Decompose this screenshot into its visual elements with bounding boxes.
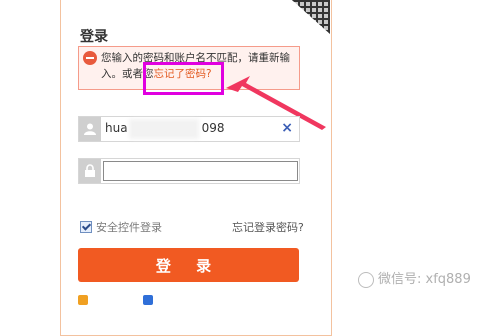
paw-icon bbox=[358, 271, 374, 288]
username-prefix: hua bbox=[105, 121, 128, 135]
lock-icon bbox=[85, 164, 95, 177]
wechat-watermark-text: 微信号: xfq889 bbox=[378, 272, 471, 287]
login-button[interactable]: 登 录 bbox=[78, 248, 299, 282]
user-icon bbox=[84, 123, 96, 135]
alipay-icon bbox=[78, 295, 88, 305]
secure-control-checkbox[interactable] bbox=[80, 221, 92, 233]
taobao-icon bbox=[143, 295, 153, 305]
login-title: 登录 bbox=[80, 29, 108, 45]
qr-code-corner[interactable] bbox=[292, 0, 330, 34]
user-icon-cell bbox=[79, 117, 101, 141]
password-input[interactable] bbox=[103, 161, 298, 181]
wechat-watermark: 微信号: xfq889 bbox=[358, 268, 471, 288]
secure-control-label: 安全控件登录 bbox=[96, 221, 162, 234]
username-blur bbox=[129, 119, 199, 139]
clear-icon[interactable]: × bbox=[281, 120, 293, 136]
username-field[interactable]: hua 098 × bbox=[78, 116, 300, 142]
alipay-login-link[interactable] bbox=[78, 295, 90, 306]
username-suffix: 098 bbox=[201, 121, 225, 135]
highlight-box bbox=[143, 62, 224, 95]
taobao-login-link[interactable] bbox=[143, 295, 155, 306]
error-icon bbox=[83, 51, 97, 65]
bottom-links bbox=[78, 295, 308, 307]
lock-icon-cell bbox=[79, 159, 101, 183]
password-field[interactable] bbox=[78, 158, 300, 184]
qr-code-icon[interactable] bbox=[292, 0, 330, 34]
forgot-login-password-link[interactable]: 忘记登录密码? bbox=[232, 219, 304, 235]
